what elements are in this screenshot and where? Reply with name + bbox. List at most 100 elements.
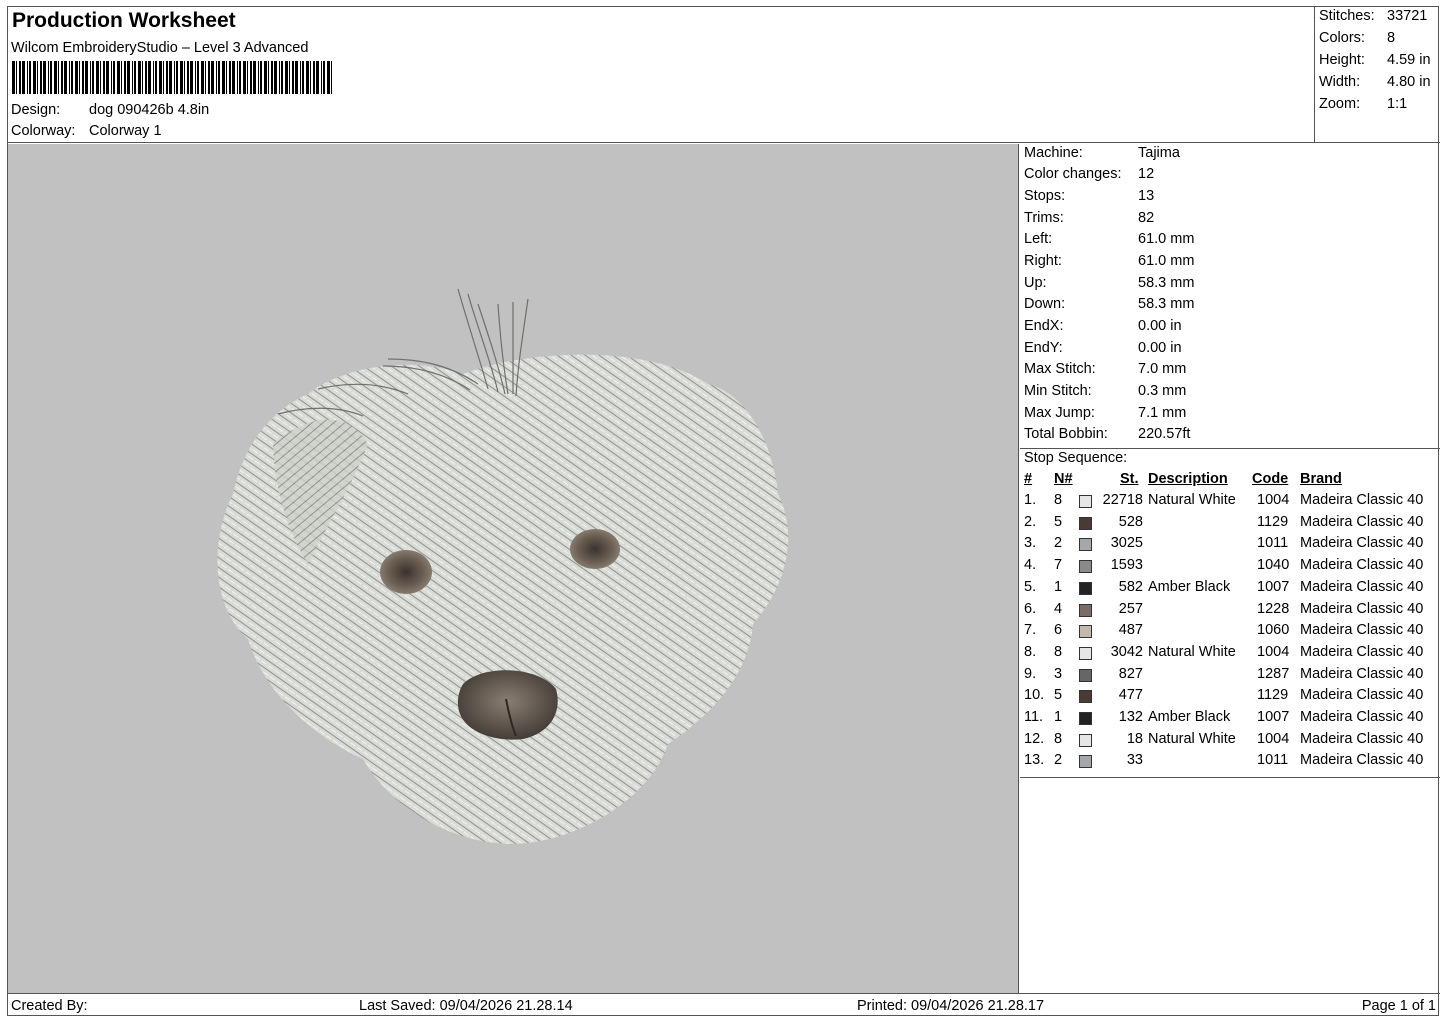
row-needle: 4 — [1054, 600, 1063, 617]
machine-row: Max Jump: 7.1 mm — [1024, 405, 1187, 421]
row-code: 1287 — [1257, 665, 1290, 682]
machine-row: Stops: 13 — [1024, 188, 1155, 204]
row-brand: Madeira Classic 40 — [1300, 709, 1424, 725]
col-header-needle: N# — [1054, 471, 1073, 487]
row-code: 1228 — [1257, 600, 1290, 617]
row-stitches: 1593 — [1110, 557, 1143, 574]
row-needle: 5 — [1054, 513, 1063, 530]
stop-sequence-row: 8. 8 3042 Natural White 1004 Madeira Classic … — [1020, 644, 1440, 665]
col-header-index: # — [1024, 471, 1033, 487]
colorway-row: Colorway: Colorway 1 — [11, 123, 162, 139]
row-code: 1011 — [1257, 752, 1289, 769]
row-brand: Madeira Classic 40 — [1300, 687, 1424, 704]
row-needle: 2 — [1054, 752, 1063, 769]
row-description: Natural White — [1148, 730, 1236, 747]
machine-row: Trims: 82 — [1024, 210, 1155, 226]
stop-sequence-row: 6. 4 257 1228 Madeira Classic 40 — [1020, 601, 1440, 622]
row-index: 3. — [1024, 535, 1037, 552]
row-stitches: 528 — [1118, 513, 1143, 530]
divider — [1020, 448, 1440, 449]
row-needle: 2 — [1054, 535, 1063, 552]
row-needle: 7 — [1054, 557, 1063, 574]
summary-box: Stitches: 33721 Colors: 8 Height: 4.59 in W… — [1314, 7, 1440, 143]
machine-row: Down: 58.3 mm — [1024, 296, 1195, 312]
row-code: 1007 — [1257, 578, 1290, 595]
row-description: Amber Black — [1148, 709, 1231, 725]
row-description: Amber Black — [1148, 578, 1231, 595]
stop-sequence-row: 9. 3 827 1287 Madeira Classic 40 — [1020, 666, 1440, 687]
machine-row: Total Bobbin: 220.57ft — [1024, 426, 1191, 442]
design-row: Design: dog 090426b 4.8in — [11, 102, 209, 118]
machine-panel: Machine: Tajima Color changes: 12 Stops: 13… — [1020, 144, 1440, 993]
row-stitches: 33 — [1126, 752, 1143, 769]
worksheet-header: Production Worksheet Wilcom EmbroiderySt… — [8, 7, 1314, 143]
stop-sequence-row: 3. 2 3025 1011 Madeira Classic 40 — [1020, 535, 1440, 556]
row-needle: 8 — [1054, 643, 1063, 660]
color-swatch — [1079, 668, 1092, 682]
design-value: dog 090426b 4.8in — [89, 102, 210, 118]
row-index: 2. — [1024, 513, 1037, 530]
row-brand: Madeira Classic 40 — [1300, 535, 1424, 552]
row-code: 1129 — [1257, 513, 1289, 530]
col-header-description: Description — [1148, 471, 1228, 487]
row-index: 1. — [1024, 492, 1037, 508]
row-stitches: 132 — [1118, 709, 1143, 725]
color-swatch — [1079, 538, 1092, 552]
worksheet-footer: Created By: Last Saved: 09/04/2026 21.28… — [8, 993, 1440, 1017]
machine-row: EndY: 0.00 in — [1024, 340, 1182, 356]
color-swatch — [1079, 690, 1092, 704]
color-swatch — [1079, 755, 1092, 769]
row-needle: 1 — [1054, 709, 1063, 725]
row-brand: Madeira Classic 40 — [1300, 730, 1424, 747]
barcode-image — [12, 61, 332, 94]
row-description: Natural White — [1148, 492, 1236, 508]
color-swatch — [1079, 712, 1092, 725]
row-brand: Madeira Classic 40 — [1300, 752, 1424, 769]
design-preview — [8, 144, 1019, 993]
col-header-stitches: St. — [1120, 471, 1139, 487]
row-index: 5. — [1024, 578, 1037, 595]
row-stitches: 3025 — [1110, 535, 1143, 552]
row-description: Natural White — [1148, 643, 1236, 660]
row-code: 1004 — [1257, 492, 1290, 508]
machine-row: Min Stitch: 0.3 mm — [1024, 383, 1187, 399]
machine-row: Up: 58.3 mm — [1024, 275, 1195, 291]
stop-sequence-row: 10. 5 477 1129 Madeira Classic 40 — [1020, 687, 1440, 708]
color-swatch — [1079, 516, 1092, 530]
stop-sequence-row: 7. 6 487 1060 Madeira Classic 40 — [1020, 622, 1440, 643]
stop-sequence-row: 13. 2 33 1011 Madeira Classic 40 — [1020, 752, 1440, 773]
color-swatch — [1079, 560, 1092, 574]
row-index: 10. — [1024, 687, 1045, 704]
software-name: Wilcom EmbroideryStudio – Level 3 Advanc… — [11, 40, 309, 56]
right-eye — [570, 529, 620, 569]
machine-row: Left: 61.0 mm — [1024, 231, 1195, 247]
stop-sequence-title: Stop Sequence: — [1024, 450, 1128, 466]
machine-row: Color changes: 12 — [1024, 166, 1155, 182]
row-code: 1129 — [1257, 687, 1289, 704]
row-stitches: 22718 — [1102, 492, 1143, 508]
row-code: 1004 — [1257, 730, 1290, 747]
page-number: Page 1 of 1 — [1361, 998, 1436, 1014]
row-brand: Madeira Classic 40 — [1300, 578, 1424, 595]
machine-row: Machine: Tajima — [1024, 145, 1180, 161]
design-label: Design: — [11, 102, 61, 118]
row-stitches: 582 — [1118, 578, 1143, 595]
row-index: 12. — [1024, 730, 1045, 747]
row-brand: Madeira Classic 40 — [1300, 557, 1424, 574]
row-index: 6. — [1024, 600, 1037, 617]
row-index: 7. — [1024, 622, 1037, 639]
row-index: 8. — [1024, 643, 1037, 660]
color-swatch — [1079, 603, 1092, 617]
row-brand: Madeira Classic 40 — [1300, 665, 1424, 682]
row-needle: 8 — [1054, 492, 1063, 508]
row-stitches: 18 — [1126, 730, 1143, 747]
row-needle: 5 — [1054, 687, 1063, 704]
stop-sequence-row: 1. 8 22718 Natural White 1004 Madeira Classic… — [1020, 492, 1440, 513]
colorway-label: Colorway: — [11, 123, 76, 139]
summary-row: Height: 4.59 in — [1319, 52, 1431, 68]
dog-embroidery-image — [217, 288, 789, 844]
row-index: 9. — [1024, 665, 1037, 682]
color-swatch — [1079, 625, 1092, 639]
row-brand: Madeira Classic 40 — [1300, 492, 1424, 508]
color-swatch — [1079, 495, 1092, 508]
